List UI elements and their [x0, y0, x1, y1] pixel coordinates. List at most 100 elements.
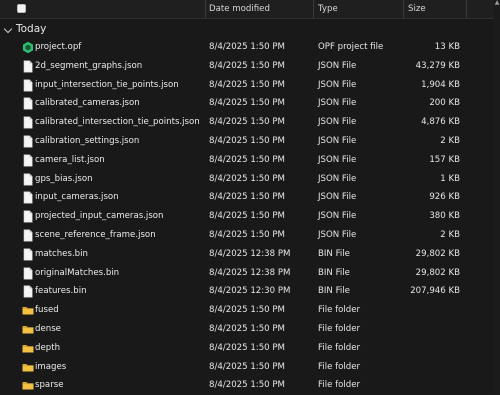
file-row[interactable]: gps_bias.json 8/4/2025 1:50 PM JSON File 1 … [0, 170, 494, 189]
file-type: File folder [318, 361, 361, 372]
document-icon [22, 135, 34, 148]
file-size: 157 KB [429, 154, 460, 165]
file-row[interactable]: input_intersection_tie_points.json 8/4/20… [0, 76, 494, 95]
file-row[interactable]: features.bin 8/4/2025 12:30 PM BIN File 207… [0, 282, 494, 301]
file-type: OPF project file [318, 42, 384, 52]
file-type: JSON File [318, 117, 357, 128]
file-date-modified: 8/4/2025 1:50 PM [209, 230, 285, 240]
document-icon [22, 79, 34, 92]
file-name: project.opf [35, 42, 82, 52]
file-date-modified: 8/4/2025 1:50 PM [209, 42, 285, 52]
file-date-modified: 8/4/2025 1:50 PM [209, 98, 285, 109]
file-type: BIN File [318, 286, 350, 297]
opf-project-icon [22, 41, 34, 54]
file-size: 4,876 KB [421, 117, 460, 128]
file-row[interactable]: fused 8/4/2025 1:50 PM File folder [0, 301, 494, 320]
folder-icon [22, 379, 34, 392]
vertical-scrollbar[interactable]: ▲ [494, 0, 500, 394]
file-row[interactable]: sparse 8/4/2025 1:50 PM File folder [0, 376, 494, 395]
document-icon [22, 154, 34, 167]
folder-icon [22, 342, 34, 355]
file-size: 2 KB [440, 230, 460, 240]
column-header-bar: Date modified Type Size [0, 0, 500, 19]
file-date-modified: 8/4/2025 1:50 PM [209, 79, 285, 90]
file-name: depth [35, 342, 61, 353]
file-name: sparse [35, 380, 64, 391]
column-header-type[interactable]: Type [318, 0, 338, 18]
file-name: input_cameras.json [35, 192, 119, 203]
file-size: 29,802 KB [415, 267, 460, 278]
file-size: 200 KB [429, 98, 460, 109]
file-name: projected_input_cameras.json [35, 211, 164, 222]
column-divider[interactable] [313, 0, 314, 18]
file-name: images [35, 361, 67, 372]
select-all-checkbox[interactable] [17, 4, 26, 13]
file-name: originalMatches.bin [35, 267, 120, 278]
folder-icon [22, 323, 34, 336]
document-icon [22, 116, 34, 129]
file-type: BIN File [318, 248, 350, 259]
file-date-modified: 8/4/2025 12:38 PM [209, 267, 291, 278]
file-name: gps_bias.json [35, 173, 93, 184]
file-size: 43,279 KB [415, 60, 460, 71]
folder-icon [22, 361, 34, 374]
file-row[interactable]: originalMatches.bin 8/4/2025 12:38 PM BIN … [0, 264, 494, 283]
file-date-modified: 8/4/2025 1:50 PM [209, 117, 285, 128]
file-type: File folder [318, 380, 361, 391]
file-row[interactable]: camera_list.json 8/4/2025 1:50 PM JSON Fil… [0, 151, 494, 170]
document-icon [22, 97, 34, 110]
file-type: JSON File [318, 192, 357, 203]
file-row[interactable]: matches.bin 8/4/2025 12:38 PM BIN File 29,8… [0, 245, 494, 264]
file-date-modified: 8/4/2025 1:50 PM [209, 342, 285, 353]
file-row[interactable]: calibrated_intersection_tie_points.json 8… [0, 113, 494, 132]
file-type: BIN File [318, 267, 350, 278]
file-type: JSON File [318, 136, 357, 146]
file-name: features.bin [35, 286, 87, 297]
file-row[interactable]: calibrated_cameras.json 8/4/2025 1:50 PM J… [0, 94, 494, 113]
document-icon [22, 248, 34, 261]
file-date-modified: 8/4/2025 1:50 PM [209, 173, 285, 184]
file-row[interactable]: projected_input_cameras.json 8/4/2025 1:5… [0, 207, 494, 226]
scroll-up-arrow-icon[interactable]: ▲ [494, 0, 500, 6]
file-type: JSON File [318, 211, 357, 222]
column-header-date-modified[interactable]: Date modified [209, 0, 270, 18]
file-row[interactable]: project.opf 8/4/2025 1:50 PM OPF project f… [0, 38, 494, 57]
file-row[interactable]: scene_reference_frame.json 8/4/2025 1:50 … [0, 226, 494, 245]
file-size: 926 KB [429, 192, 460, 203]
chevron-down-icon[interactable] [3, 24, 13, 34]
file-row[interactable]: dense 8/4/2025 1:50 PM File folder [0, 320, 494, 339]
file-row[interactable]: images 8/4/2025 1:50 PM File folder [0, 358, 494, 377]
column-divider[interactable] [403, 0, 404, 18]
file-type: JSON File [318, 60, 357, 71]
file-row[interactable]: depth 8/4/2025 1:50 PM File folder [0, 339, 494, 358]
file-row[interactable]: input_cameras.json 8/4/2025 1:50 PM JSON F… [0, 188, 494, 207]
file-size: 1,904 KB [421, 79, 460, 90]
document-icon [22, 173, 34, 186]
file-name: matches.bin [35, 248, 88, 259]
file-size: 1 KB [440, 173, 460, 184]
file-date-modified: 8/4/2025 1:50 PM [209, 60, 285, 71]
file-type: JSON File [318, 173, 357, 184]
group-header-today[interactable]: Today [0, 21, 490, 37]
column-divider[interactable] [205, 0, 206, 18]
file-name: calibrated_cameras.json [35, 98, 140, 109]
file-name: 2d_segment_graphs.json [35, 60, 143, 71]
file-name: dense [35, 324, 61, 334]
file-type: JSON File [318, 79, 357, 90]
document-icon [22, 60, 34, 73]
column-divider[interactable] [466, 0, 467, 18]
document-icon [22, 210, 34, 223]
file-date-modified: 8/4/2025 1:50 PM [209, 361, 285, 372]
column-header-size[interactable]: Size [408, 0, 426, 18]
file-row[interactable]: calibration_settings.json 8/4/2025 1:50 P… [0, 132, 494, 151]
file-date-modified: 8/4/2025 12:38 PM [209, 248, 291, 259]
file-size: 380 KB [429, 211, 460, 222]
file-date-modified: 8/4/2025 12:30 PM [209, 286, 291, 297]
file-name: fused [35, 305, 59, 316]
document-icon [22, 267, 34, 280]
file-name: scene_reference_frame.json [35, 230, 156, 240]
file-row[interactable]: 2d_segment_graphs.json 8/4/2025 1:50 PM JS… [0, 57, 494, 76]
file-type: File folder [318, 305, 361, 316]
file-name: calibration_settings.json [35, 136, 140, 146]
file-size: 207,946 KB [410, 286, 460, 297]
